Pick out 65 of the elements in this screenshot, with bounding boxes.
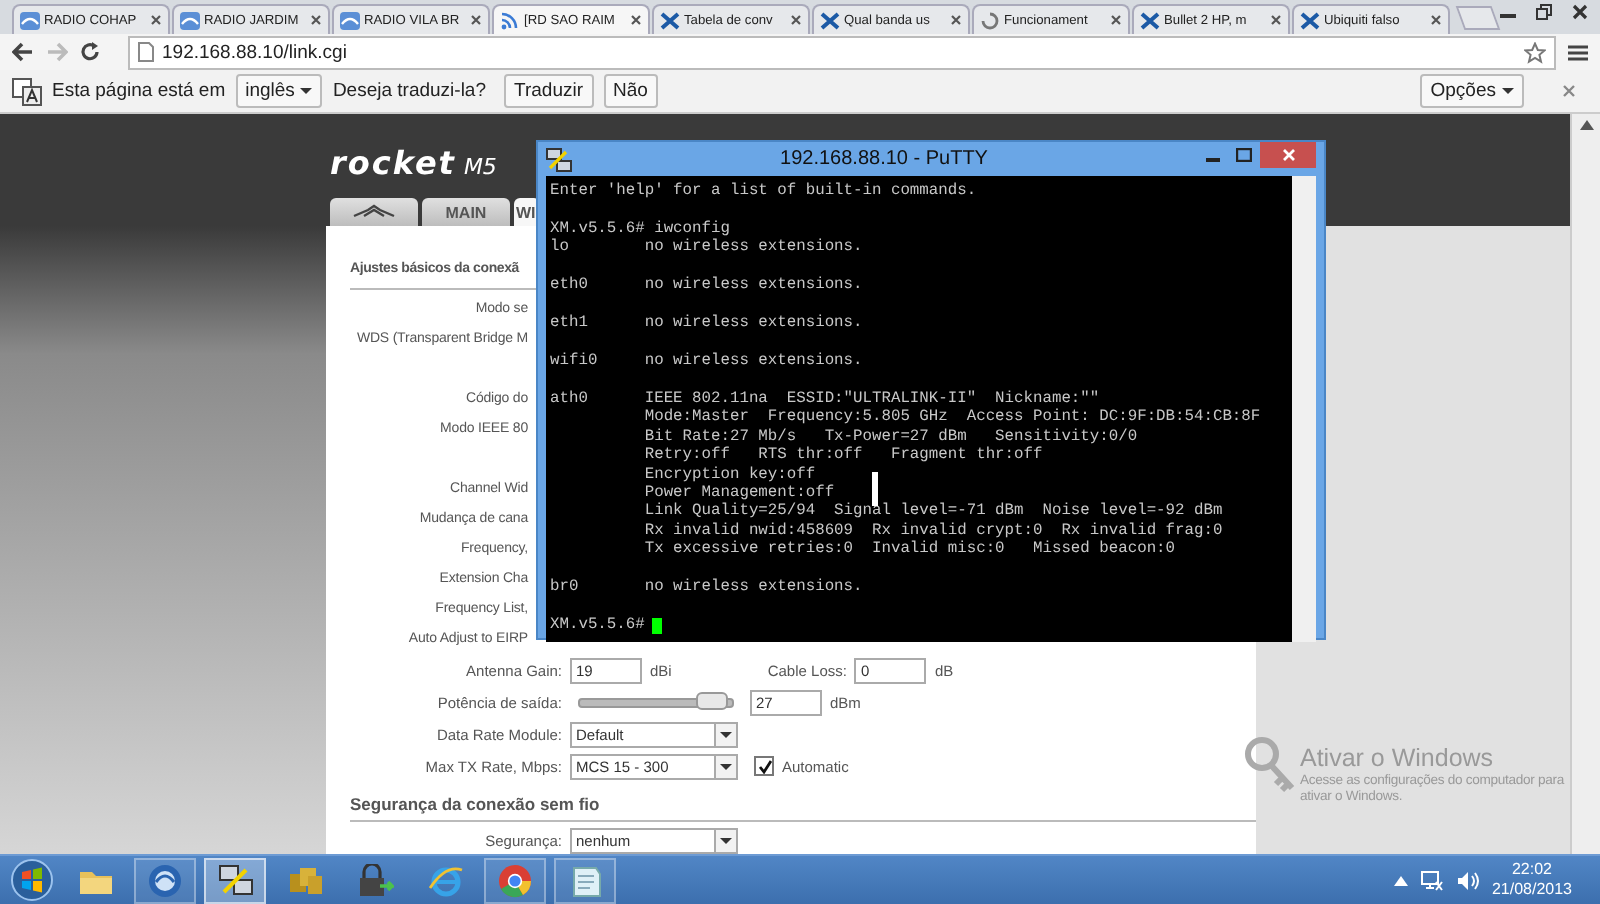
- globe-icon: [148, 863, 182, 897]
- translate-prompt: Esta página está em: [52, 80, 226, 102]
- speaker-icon[interactable]: [1455, 869, 1480, 891]
- scroll-up-icon[interactable]: [1579, 120, 1593, 130]
- page-icon: [138, 42, 154, 62]
- close-icon[interactable]: [310, 14, 322, 26]
- cross-icon: [660, 11, 680, 29]
- close-icon[interactable]: [1430, 14, 1442, 26]
- cubes-icon: [287, 864, 323, 896]
- cursor-icon: [652, 617, 663, 634]
- maximize-icon[interactable]: [1236, 148, 1252, 162]
- close-icon[interactable]: [1110, 14, 1122, 26]
- options-button[interactable]: Opções: [1420, 74, 1524, 108]
- text-cursor-icon: [872, 472, 878, 506]
- close-icon[interactable]: [470, 14, 482, 26]
- padlock-icon: [357, 863, 393, 897]
- spinner-icon: [980, 11, 1000, 29]
- notepad-icon: [569, 863, 601, 897]
- language-dropdown[interactable]: inglês: [235, 74, 323, 108]
- back-icon[interactable]: [12, 42, 34, 62]
- taskbar-app[interactable]: [134, 857, 196, 903]
- translate-question: Deseja traduzi-la?: [332, 80, 487, 102]
- no-button[interactable]: Não: [603, 74, 658, 108]
- translate-button[interactable]: Traduzir: [504, 74, 594, 108]
- antenna-icon: [20, 11, 40, 29]
- page-tab[interactable]: MAIN: [422, 198, 510, 226]
- clock-time[interactable]: 22:02: [1511, 860, 1552, 880]
- translate-icon: [12, 77, 42, 105]
- cross-icon: [820, 11, 840, 29]
- product-logo: rocket M5: [328, 144, 497, 182]
- antenna-icon: [180, 11, 200, 29]
- window-title: 192.168.88.10 - PuTTY: [778, 148, 990, 170]
- cross-icon: [1140, 11, 1160, 29]
- restore-icon[interactable]: [1536, 4, 1552, 20]
- chrome-icon: [498, 863, 532, 897]
- section-heading: Segurança da conexão sem fio: [350, 794, 600, 814]
- wifi-icon: [500, 11, 520, 29]
- cross-icon: [1300, 11, 1320, 29]
- key-icon: [1244, 736, 1296, 796]
- menu-icon[interactable]: [1568, 43, 1588, 61]
- antenna-icon: [340, 11, 360, 29]
- close-icon: [1281, 148, 1295, 162]
- close-icon[interactable]: [1572, 4, 1588, 20]
- checkbox[interactable]: [754, 756, 774, 776]
- browser-e-icon: [427, 863, 463, 897]
- close-icon[interactable]: [630, 14, 642, 26]
- close-icon[interactable]: [790, 14, 802, 26]
- close-icon[interactable]: [1270, 14, 1282, 26]
- network-icon[interactable]: [1419, 869, 1444, 891]
- star-icon[interactable]: [1524, 41, 1546, 63]
- computers-icon: [546, 147, 572, 171]
- clock-date[interactable]: 21/08/2013: [1491, 880, 1572, 900]
- show-hidden-icon[interactable]: [1393, 875, 1408, 885]
- activation-title: Ativar o Windows: [1300, 744, 1496, 772]
- page-tab[interactable]: [330, 198, 418, 226]
- address-bar[interactable]: 192.168.88.10/link.cgi: [128, 35, 1556, 69]
- close-button[interactable]: [1260, 142, 1316, 168]
- computers-icon: [217, 863, 253, 897]
- close-icon[interactable]: [150, 14, 162, 26]
- close-icon[interactable]: [950, 14, 962, 26]
- reload-icon[interactable]: [80, 42, 100, 62]
- slider-thumb[interactable]: [696, 691, 729, 709]
- start-button[interactable]: [8, 858, 56, 902]
- scrollbar[interactable]: [1292, 176, 1316, 641]
- taskbar-app[interactable]: [204, 857, 266, 903]
